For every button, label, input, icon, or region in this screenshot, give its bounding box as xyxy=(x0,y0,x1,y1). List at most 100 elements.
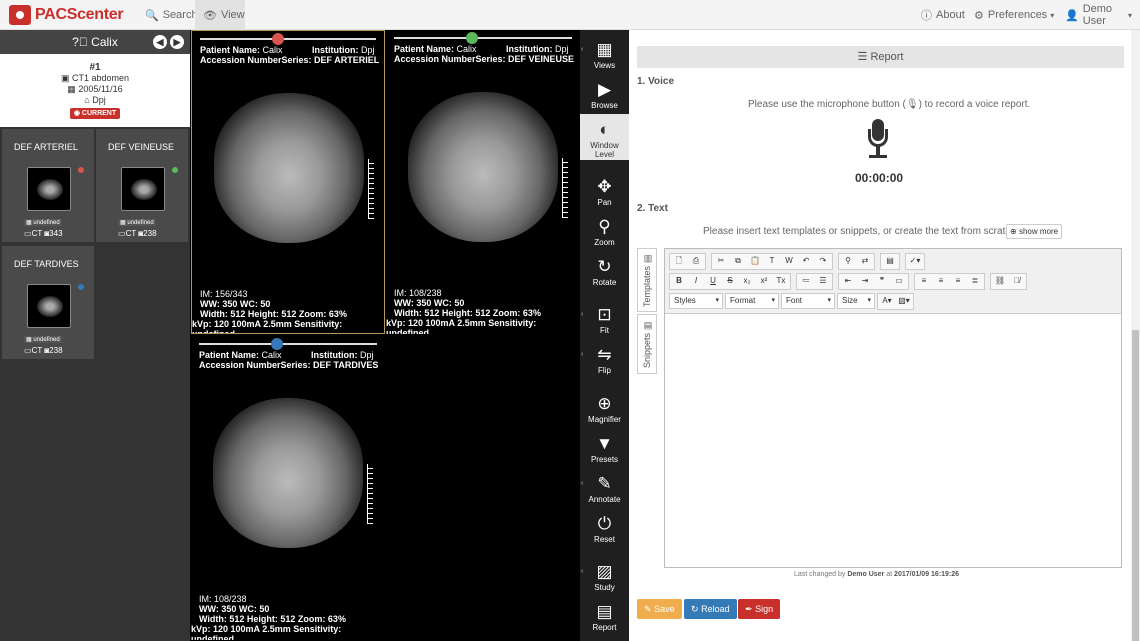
show-more-button[interactable]: ⊕ show more xyxy=(1006,224,1063,239)
question-circle-icon: ?⃝ xyxy=(72,35,88,49)
indent-icon[interactable]: ⇥ xyxy=(857,274,873,290)
tool-label: Rotate xyxy=(592,278,617,287)
series-color-dot xyxy=(172,167,178,173)
underline-icon[interactable]: U xyxy=(705,274,721,290)
italic-icon[interactable]: I xyxy=(688,274,704,290)
background-color-icon[interactable]: ▧▾ xyxy=(896,294,912,310)
outdent-icon[interactable]: ⇤ xyxy=(840,274,856,290)
sign-button[interactable]: ✒ Sign xyxy=(738,599,781,619)
unlink-icon[interactable]: ⛓̸ xyxy=(1009,274,1025,290)
series-badge-label: undefined xyxy=(127,220,154,226)
superscript-icon[interactable]: x² xyxy=(756,274,772,290)
styles-dropdown[interactable]: Styles xyxy=(669,293,723,309)
viewport-arteriel[interactable]: Patient Name: Calix Institution: Dpj Acc… xyxy=(191,30,385,334)
series-scroll-handle[interactable] xyxy=(272,33,284,45)
cut-icon[interactable]: ✂ xyxy=(713,254,729,270)
tool-presets[interactable]: ▼ Presets xyxy=(580,428,629,468)
tool-magnifier[interactable]: ⊕ Magnifier xyxy=(580,388,629,428)
overlay-image-number: IM: 108/238 xyxy=(199,594,247,604)
copy-icon[interactable]: ⧉ xyxy=(730,254,746,270)
undo-icon[interactable]: ↶ xyxy=(798,254,814,270)
tool-pan[interactable]: ✥ Pan xyxy=(580,171,629,211)
text-color-icon[interactable]: A▾ xyxy=(879,294,895,310)
next-study-icon[interactable]: ▶ xyxy=(170,35,184,49)
viewport-tardives[interactable]: Patient Name: Calix Institution: Dpj Acc… xyxy=(191,336,385,640)
monitor-icon: ▭ xyxy=(24,229,32,238)
info-icon: ⓘ xyxy=(921,10,932,22)
save-button[interactable]: ✎ Save xyxy=(637,599,682,619)
tool-browse[interactable]: ▶ Browse xyxy=(580,74,629,114)
microphone-icon[interactable] xyxy=(866,119,890,163)
tool-label: Study xyxy=(594,583,615,592)
tool-window-level[interactable]: ◐ Window Level xyxy=(580,114,629,160)
series-thumbnail[interactable]: DEF VEINEUSE ▦ undefined ▭CT ◙238 xyxy=(96,129,188,242)
prev-study-icon[interactable]: ◀ xyxy=(153,35,167,49)
overlay-dimensions: Width: 512 Height: 512 Zoom: 63% xyxy=(394,308,541,318)
filter-icon: ▼ xyxy=(596,434,613,453)
link-icon[interactable]: ⛓ xyxy=(992,274,1008,290)
nav-user[interactable]: 👤 Demo User ▾ xyxy=(1057,0,1140,30)
nav-view[interactable]: 👁 View xyxy=(195,0,245,30)
eye-icon: ◉ xyxy=(73,110,80,117)
series-thumbnail[interactable]: DEF ARTERIEL ▦ undefined ▭CT ◙343 xyxy=(2,129,94,242)
series-scroll-handle[interactable] xyxy=(466,32,478,44)
numbered-list-icon[interactable]: ≔ xyxy=(798,274,814,290)
nav-preferences[interactable]: ⚙ Preferences ▾ xyxy=(966,0,1062,30)
editor-content[interactable] xyxy=(665,313,1121,567)
size-dropdown[interactable]: Size xyxy=(837,293,875,309)
series-scrollbar[interactable] xyxy=(199,343,377,345)
tool-fit[interactable]: ‹ ⊡ Fit xyxy=(580,299,629,339)
align-center-icon[interactable]: ≡ xyxy=(933,274,949,290)
series-scroll-handle[interactable] xyxy=(271,338,283,350)
series-scrollbar[interactable] xyxy=(200,38,376,40)
paste-text-icon[interactable]: T xyxy=(764,254,780,270)
study-card[interactable]: #1 ▣ CT1 abdomen ▦ 2005/11/16 ⌂ Dpj ◉ CU… xyxy=(0,54,190,127)
tool-reset[interactable]: ⏻ Reset xyxy=(580,508,629,548)
bold-icon[interactable]: B xyxy=(671,274,687,290)
size-dropdown-label: Size xyxy=(842,296,858,305)
align-justify-icon[interactable]: ≣ xyxy=(967,274,983,290)
font-dropdown[interactable]: Font xyxy=(781,293,835,309)
tool-report[interactable]: ▤ Report xyxy=(580,596,629,636)
align-left-icon[interactable]: ≡ xyxy=(916,274,932,290)
bullet-list-icon[interactable]: ☰ xyxy=(815,274,831,290)
strike-icon[interactable]: S xyxy=(722,274,738,290)
tool-annotate[interactable]: ‹ ✎ Annotate xyxy=(580,468,629,508)
viewport-empty[interactable] xyxy=(386,336,580,640)
spellcheck-icon[interactable]: ✓▾ xyxy=(907,254,923,270)
paste-word-icon[interactable]: W xyxy=(781,254,797,270)
tool-flip[interactable]: ‹ ⇋ Flip xyxy=(580,339,629,379)
series-scrollbar[interactable] xyxy=(394,37,572,39)
paste-icon[interactable]: 📋 xyxy=(747,254,763,270)
tab-snippets[interactable]: Snippets ▤ xyxy=(637,314,657,374)
div-icon[interactable]: ▭ xyxy=(891,274,907,290)
viewport-veineuse[interactable]: Patient Name: Calix Institution: Dpj Acc… xyxy=(386,30,580,334)
tab-templates[interactable]: Templates ▥ xyxy=(637,248,657,312)
redo-icon[interactable]: ↷ xyxy=(815,254,831,270)
select-all-icon[interactable]: ▤ xyxy=(882,254,898,270)
nav-about[interactable]: ⓘ About xyxy=(913,0,973,30)
align-right-icon[interactable]: ≡ xyxy=(950,274,966,290)
blockquote-icon[interactable]: ❞ xyxy=(874,274,890,290)
find-icon[interactable]: ⚲ xyxy=(840,254,856,270)
scrollbar-thumb[interactable] xyxy=(1132,330,1139,641)
subscript-icon[interactable]: x₂ xyxy=(739,274,755,290)
print-icon[interactable]: ⎙ xyxy=(688,254,704,270)
institution-value: Dpj xyxy=(555,44,569,54)
page-scrollbar[interactable] xyxy=(1131,30,1140,641)
patient-value: Calix xyxy=(456,44,477,54)
tool-rotate[interactable]: ↻ Rotate xyxy=(580,251,629,291)
tool-study[interactable]: ‹ ▨ Study xyxy=(580,556,629,596)
chevron-left-icon: ‹ xyxy=(581,46,584,53)
app-logo[interactable]: PACScenter xyxy=(9,5,124,25)
format-dropdown[interactable]: Format xyxy=(725,293,779,309)
tool-zoom[interactable]: ⚲ Zoom xyxy=(580,211,629,251)
tool-views[interactable]: ‹ ▦ Views xyxy=(580,34,629,74)
new-page-icon[interactable]: 🗋 xyxy=(671,254,687,270)
remove-format-icon[interactable]: Tx xyxy=(773,274,789,290)
series-thumbnail[interactable]: DEF TARDIVES ▦ undefined ▭CT ◙238 xyxy=(2,246,94,359)
calendar-icon: ▦ xyxy=(26,220,32,226)
replace-icon[interactable]: ⇄ xyxy=(857,254,873,270)
magnifier-icon: ⊕ xyxy=(597,394,612,413)
reload-button[interactable]: ↻ Reload xyxy=(684,599,737,619)
